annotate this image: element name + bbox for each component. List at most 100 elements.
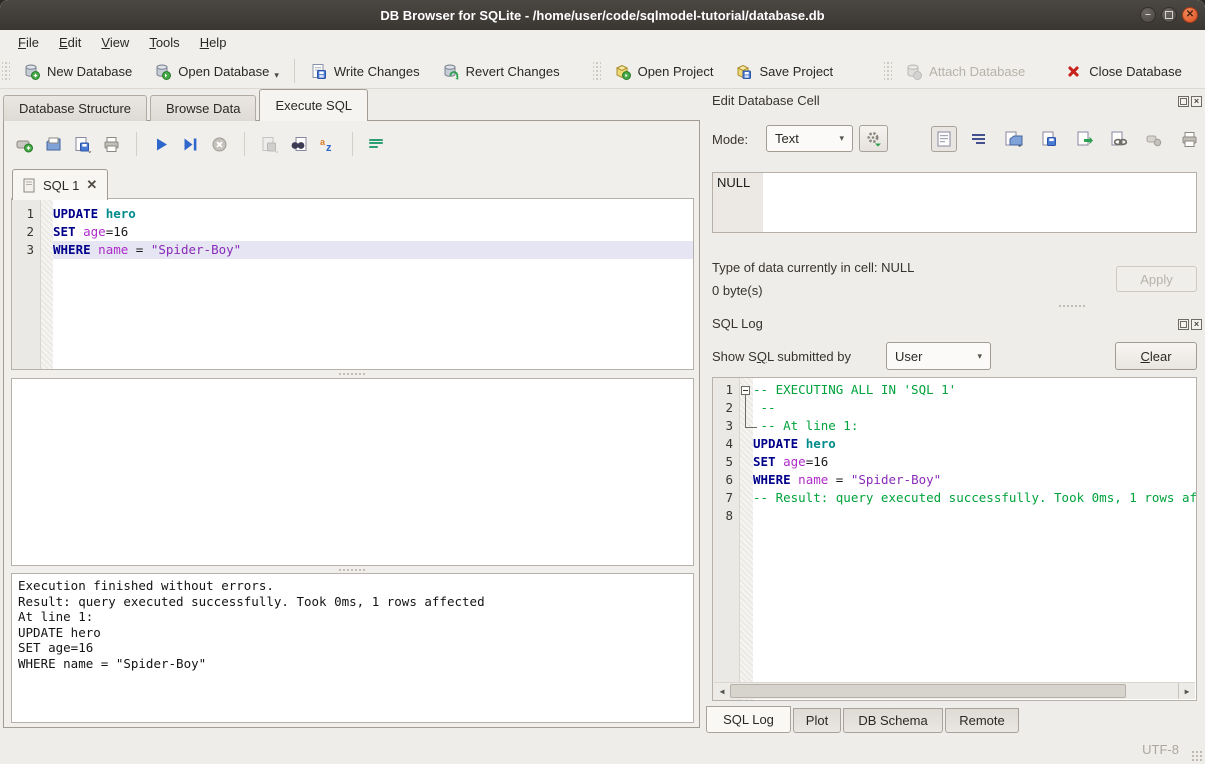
apply-button[interactable]: Apply (1116, 266, 1197, 292)
log-horizontal-scrollbar[interactable]: ◀ ▶ (714, 682, 1195, 699)
revert-changes-button[interactable]: Revert Changes (431, 57, 571, 85)
tab-browse-data[interactable]: Browse Data (150, 95, 256, 121)
menu-file[interactable]: File (8, 32, 49, 53)
set-null-icon[interactable] (1141, 126, 1167, 152)
bottom-tab-sql-log[interactable]: SQL Log (706, 706, 791, 733)
menu-edit[interactable]: Edit (49, 32, 91, 53)
scroll-left-icon[interactable]: ◀ (714, 683, 730, 699)
sql-log-close-icon[interactable]: × (1191, 319, 1202, 330)
execution-message: Execution finished without errors.Result… (18, 578, 687, 671)
tab-execute-sql[interactable]: Execute SQL (259, 89, 368, 121)
maximize-icon (1165, 11, 1173, 19)
save-as-icon[interactable] (1071, 126, 1097, 152)
bottom-tab-plot[interactable]: Plot (793, 708, 841, 733)
bottom-tab-db-schema[interactable]: DB Schema (843, 708, 943, 733)
print-icon[interactable] (103, 136, 120, 153)
log-filter-select[interactable]: User▾ (886, 342, 991, 370)
sql-log-view[interactable]: 1-- EXECUTING ALL IN 'SQL 1'2 --3 -- At … (712, 377, 1197, 701)
execute-line-icon[interactable] (182, 136, 199, 153)
chevron-down-icon: ▾ (839, 133, 844, 144)
new-database-button[interactable]: New Database (12, 57, 143, 85)
execution-message-pane[interactable]: Execution finished without errors.Result… (11, 573, 694, 723)
code-text (753, 507, 1196, 525)
toolbar-drag-handle[interactable] (593, 60, 601, 82)
edit-cell-float-icon[interactable] (1178, 96, 1189, 107)
sql-editor[interactable]: 1UPDATE hero2SET age=163WHERE name = "Sp… (11, 198, 694, 370)
toolbar-drag-handle[interactable] (884, 60, 892, 82)
line-number: 3 (12, 241, 40, 259)
bottom-tab-remote[interactable]: Remote (945, 708, 1019, 733)
open-database-button[interactable]: Open Database ▾ (143, 57, 290, 85)
code-text: -- (753, 399, 1196, 417)
menu-bar: File Edit View Tools Help (0, 30, 1205, 54)
code-text: UPDATE hero (53, 205, 693, 223)
scroll-track[interactable] (730, 683, 1178, 699)
dock-splitter[interactable] (1059, 303, 1085, 309)
text-mode-icon[interactable] (931, 126, 957, 152)
log-filter-label: Show SQL submitted by (712, 349, 851, 364)
fold-line (745, 395, 746, 427)
code-line: 4UPDATE hero (713, 435, 1196, 453)
cell-value-editor[interactable]: NULL (712, 172, 1197, 233)
import-data-icon[interactable] (1001, 126, 1027, 152)
sql-1-tab[interactable]: SQL 1 ✕ (12, 169, 108, 200)
minimize-button[interactable]: – (1140, 7, 1156, 23)
results-pane[interactable] (11, 378, 694, 566)
format-sql-icon[interactable]: az (319, 136, 336, 153)
toggle-wrap-icon[interactable] (369, 134, 386, 154)
word-wrap-icon[interactable] (966, 126, 992, 152)
maximize-button[interactable] (1161, 7, 1177, 23)
fold-corner (745, 427, 757, 428)
close-button[interactable]: ✕ (1182, 7, 1198, 23)
edit-cell-close-icon[interactable]: × (1191, 96, 1202, 107)
open-sql-tab-icon[interactable] (16, 136, 33, 153)
save-project-icon (735, 63, 752, 80)
stop-icon[interactable] (211, 136, 228, 153)
fold-marker-icon[interactable] (741, 386, 750, 395)
attach-database-icon (905, 63, 922, 80)
open-database-icon (154, 63, 171, 80)
code-text: -- Result: query executed successfully. … (753, 489, 1197, 507)
menu-view[interactable]: View (91, 32, 139, 53)
execute-sql-icon[interactable] (153, 136, 170, 153)
sql-file-icon (23, 178, 36, 193)
sql-log-title: SQL Log (712, 316, 763, 331)
tab-database-structure[interactable]: Database Structure (3, 95, 147, 121)
encoding-indicator: UTF-8 (1142, 742, 1179, 757)
menu-help[interactable]: Help (190, 32, 237, 53)
print-cell-icon[interactable] (1176, 126, 1202, 152)
toolbar-separator (294, 59, 295, 83)
svg-text:z: z (326, 142, 332, 153)
status-bar: UTF-8 (0, 735, 1205, 764)
save-sql-file-icon[interactable] (74, 136, 91, 153)
line-number: 1 (713, 381, 739, 399)
resize-grip[interactable] (1191, 750, 1203, 762)
open-project-button[interactable]: Open Project (603, 57, 725, 85)
scroll-thumb[interactable] (730, 684, 1126, 698)
clear-log-button[interactable]: Clear (1115, 342, 1197, 370)
link-icon[interactable] (1106, 126, 1132, 152)
close-database-button[interactable]: Close Database (1054, 57, 1193, 85)
write-changes-button[interactable]: Write Changes (299, 57, 431, 85)
editor-results-splitter[interactable] (339, 371, 365, 377)
export-data-icon[interactable] (1036, 126, 1062, 152)
fold-column (739, 399, 753, 417)
code-text: -- EXECUTING ALL IN 'SQL 1' (753, 381, 1196, 399)
open-database-dropdown-icon[interactable]: ▾ (274, 70, 279, 81)
open-sql-file-icon[interactable] (45, 136, 62, 153)
attach-database-button[interactable]: Attach Database (894, 57, 1036, 85)
menu-tools[interactable]: Tools (139, 32, 189, 53)
mode-select[interactable]: Text▾ (766, 125, 853, 152)
title-bar[interactable]: DB Browser for SQLite - /home/user/code/… (0, 0, 1205, 30)
code-line: 8 (713, 507, 1196, 525)
save-results-icon[interactable] (261, 136, 278, 153)
apply-format-button[interactable] (859, 125, 888, 152)
new-database-icon (23, 63, 40, 80)
save-project-button[interactable]: Save Project (724, 57, 844, 85)
find-icon[interactable] (290, 136, 307, 153)
toolbar-drag-handle[interactable] (2, 60, 10, 82)
close-sql-tab-icon[interactable]: ✕ (86, 177, 97, 193)
sql-editor-toolbar: az (16, 131, 386, 157)
scroll-right-icon[interactable]: ▶ (1179, 683, 1195, 699)
sql-log-float-icon[interactable] (1178, 319, 1189, 330)
